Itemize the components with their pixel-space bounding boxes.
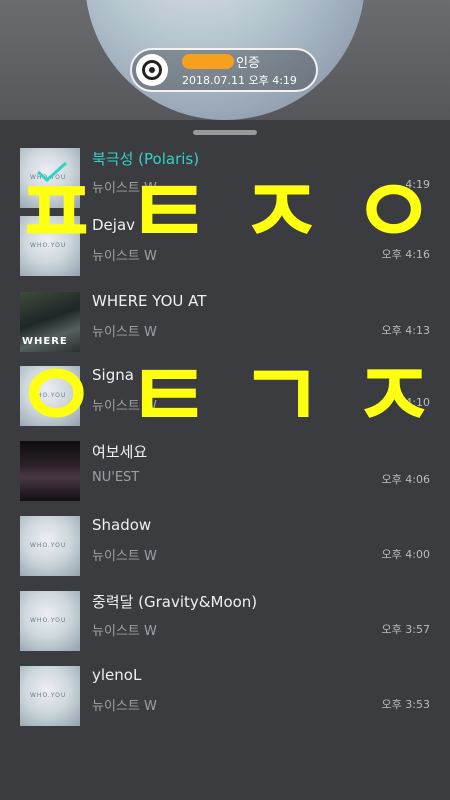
cover-text: WHO.YOU — [30, 692, 67, 699]
song-title: Signa — [92, 366, 134, 384]
song-artist: 뉴이스트 W — [92, 624, 157, 639]
played-time: 4:19 — [405, 178, 430, 191]
song-row[interactable]: WHO.YOU Signa 뉴이스트 W 4:10 — [0, 366, 450, 440]
song-title: 중력달 (Gravity&Moon) — [92, 593, 258, 611]
song-title: WHERE YOU AT — [92, 292, 207, 310]
song-row[interactable]: 여보세요 NU'EST 오후 4:06 — [0, 441, 450, 515]
album-thumbnail: WHO.YOU — [20, 591, 80, 651]
cover-text: WHO.YOU — [30, 392, 67, 399]
check-icon — [37, 161, 68, 183]
song-title: Shadow — [92, 516, 152, 534]
song-artist: 뉴이스트 W — [92, 549, 157, 564]
played-time: 오후 4:00 — [381, 548, 430, 561]
drag-handle[interactable] — [193, 130, 257, 135]
album-thumbnail: WHO.YOU — [20, 148, 80, 208]
song-artist: 뉴이스트 W — [92, 181, 157, 196]
certificate-date: 2018.07.11 오후 4:19 — [182, 74, 297, 87]
cover-text: WHERE — [22, 336, 68, 347]
song-row[interactable]: WHO.YOU ylenoL 뉴이스트 W 오후 3:53 — [0, 666, 450, 740]
song-row[interactable]: WHO.YOU 중력달 (Gravity&Moon) 뉴이스트 W 오후 3:5… — [0, 591, 450, 665]
album-thumbnail: WHO.YOU — [20, 216, 80, 276]
certificate-label: 인증 — [236, 56, 260, 71]
redacted-username — [182, 54, 234, 69]
album-thumbnail: WHO.YOU — [20, 516, 80, 576]
song-artist: 뉴이스트 W — [92, 399, 157, 414]
album-thumbnail — [20, 441, 80, 501]
played-time: 오후 3:57 — [381, 623, 430, 636]
album-thumbnail: WHO.YOU — [20, 666, 80, 726]
now-playing-header: 인증 2018.07.11 오후 4:19 — [0, 0, 450, 120]
cover-text: WHO.YOU — [30, 542, 67, 549]
played-time: 4:10 — [405, 396, 430, 409]
song-artist: 뉴이스트 W — [92, 249, 157, 264]
song-row[interactable]: WHO.YOU 북극성 (Polaris) 뉴이스트 W 4:19 — [0, 148, 450, 222]
song-row[interactable]: WHO.YOU Shadow 뉴이스트 W 오후 4:00 — [0, 516, 450, 590]
song-title: ylenoL — [92, 666, 142, 684]
cover-text: WHO.YOU — [30, 617, 67, 624]
album-thumbnail: WHERE — [20, 292, 80, 352]
song-title: 북극성 (Polaris) — [92, 150, 200, 168]
song-title: 여보세요 — [92, 443, 148, 461]
played-time: 오후 4:16 — [381, 248, 430, 261]
disc-icon — [136, 54, 168, 86]
cover-text: WHO.YOU — [30, 242, 67, 249]
song-artist: 뉴이스트 W — [92, 699, 157, 714]
played-time: 오후 4:13 — [381, 324, 430, 337]
streaming-certificate-pill[interactable]: 인증 2018.07.11 오후 4:19 — [130, 48, 318, 92]
song-title: Dejav — [92, 216, 136, 234]
song-artist: NU'EST — [92, 470, 140, 485]
song-artist: 뉴이스트 W — [92, 325, 157, 340]
played-time: 오후 4:06 — [381, 473, 430, 486]
played-time: 오후 3:53 — [381, 698, 430, 711]
song-row[interactable]: WHO.YOU Dejav 뉴이스트 W 오후 4:16 — [0, 216, 450, 290]
album-thumbnail: WHO.YOU — [20, 366, 80, 426]
song-row[interactable]: WHERE WHERE YOU AT 뉴이스트 W 오후 4:13 — [0, 292, 450, 366]
